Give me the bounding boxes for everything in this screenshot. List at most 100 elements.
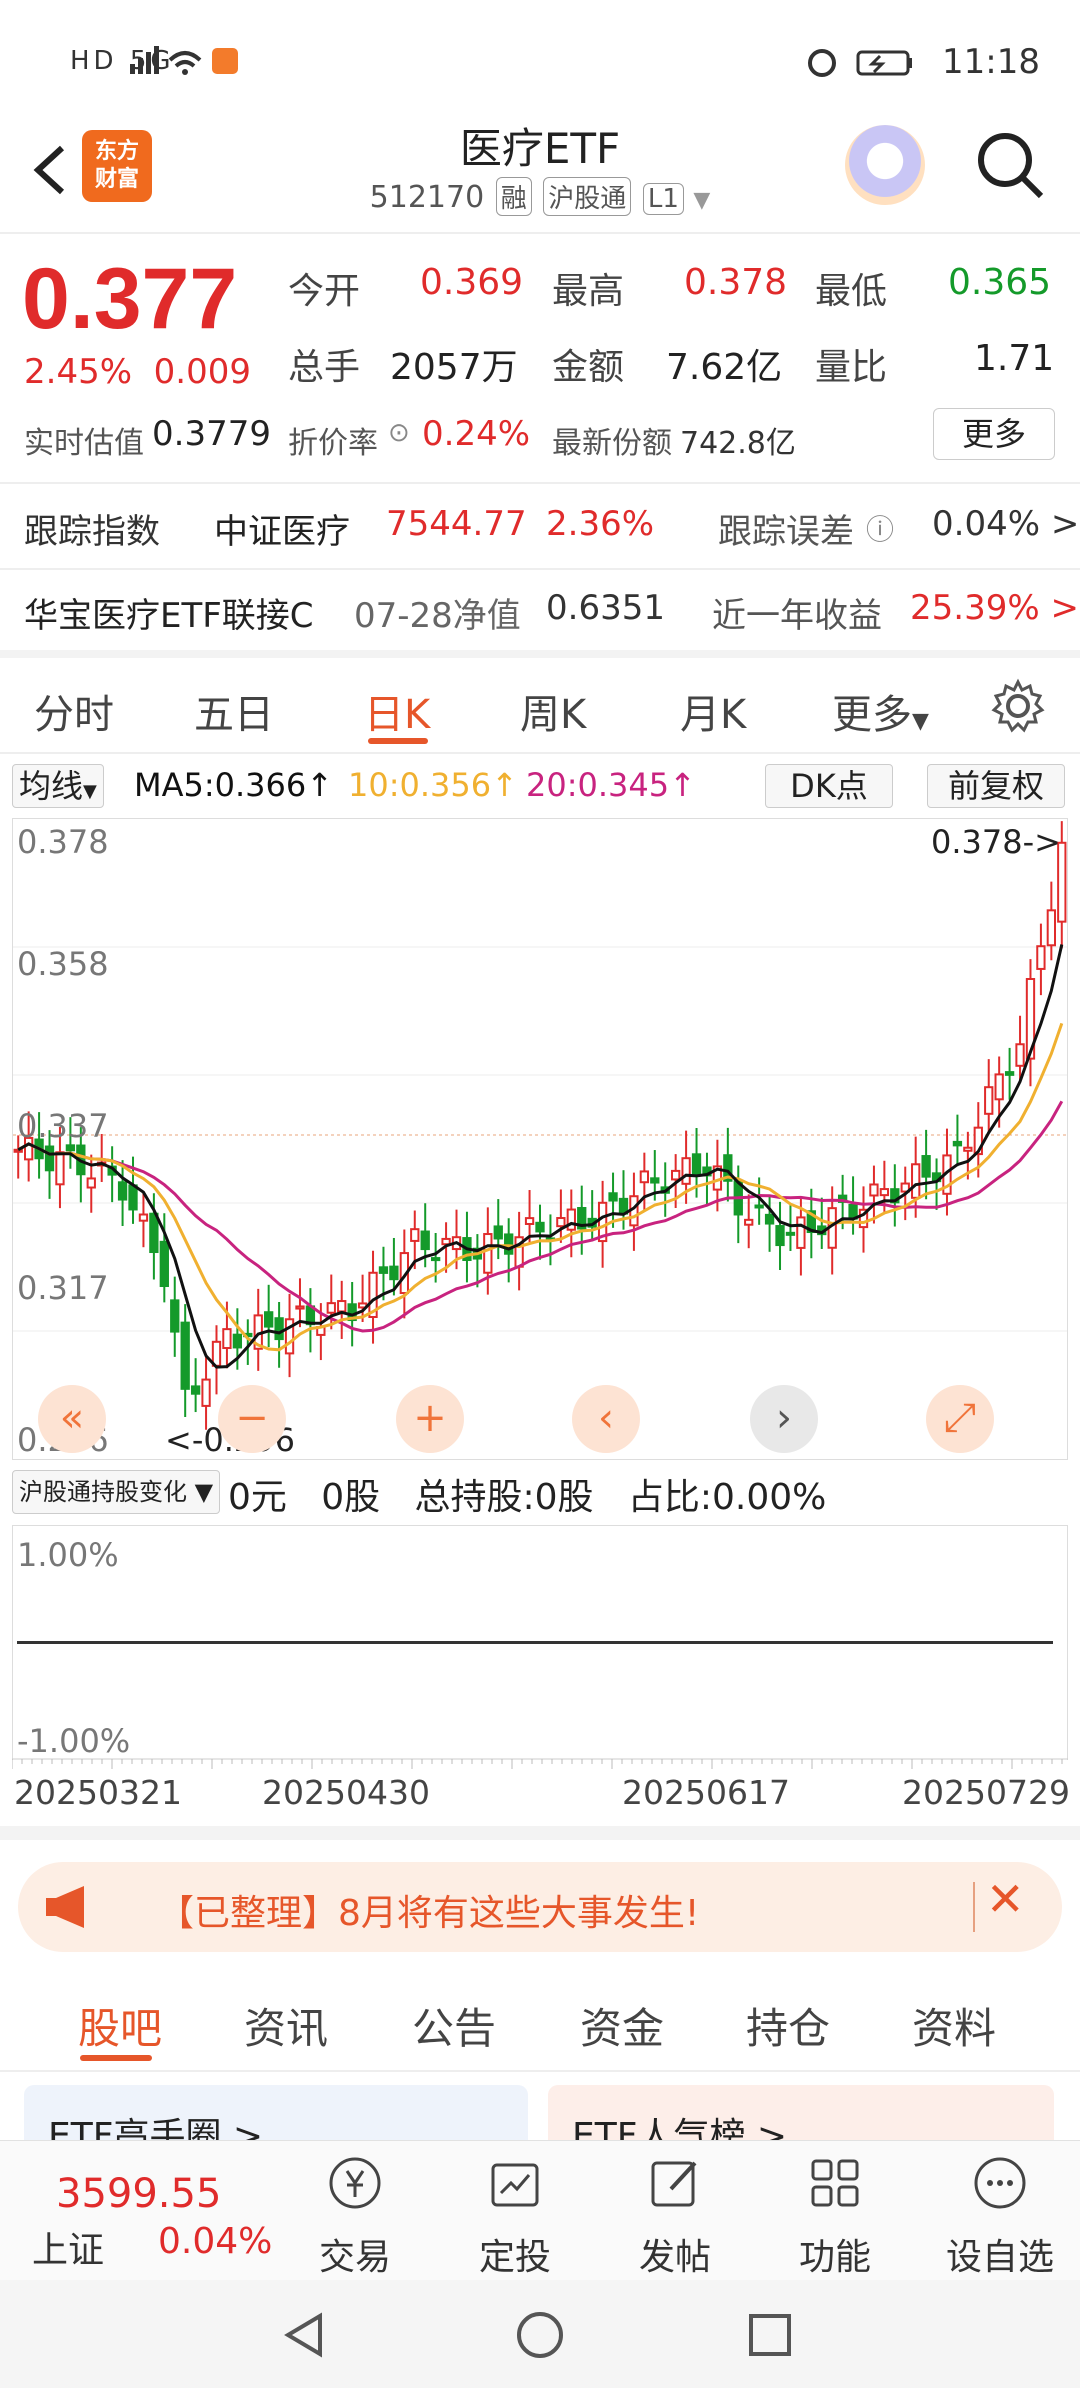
zero-line	[17, 1641, 1053, 1644]
candle-body	[420, 1230, 430, 1251]
candle-body	[326, 1302, 336, 1314]
candle-body	[504, 1233, 514, 1255]
tab-holdings[interactable]: 持仓	[746, 1995, 830, 2056]
zoom-in-button[interactable]: +	[396, 1385, 464, 1453]
post-button[interactable]: 发帖	[620, 2153, 730, 2280]
candle-body	[984, 1086, 994, 1115]
kline-chart[interactable]: 0.378 0.358 0.337 0.317 0.296 0.378-> <-…	[12, 818, 1068, 1460]
candle-body	[556, 1217, 566, 1228]
candle-body	[13, 1148, 23, 1153]
info-icon[interactable]: ⊙	[388, 418, 410, 448]
candle-body	[691, 1153, 702, 1177]
clock: 11:18	[942, 42, 1040, 82]
settings-gear-icon[interactable]	[990, 678, 1046, 734]
candle-body	[1036, 945, 1046, 970]
low-label: 最低	[815, 271, 888, 312]
rewind-button[interactable]: «	[38, 1385, 106, 1453]
candle-body	[493, 1225, 503, 1240]
linked-fund-name[interactable]: 华宝医疗ETF联接C	[24, 588, 314, 637]
level-tag: L1	[642, 183, 684, 215]
candle-body	[1046, 909, 1056, 947]
candle-body	[921, 1155, 931, 1178]
edit-icon	[651, 2161, 697, 2207]
tab-monthly-k[interactable]: 月K	[680, 682, 746, 740]
candle-body	[180, 1321, 190, 1390]
candle-body	[879, 1188, 890, 1197]
amount-label: 金额	[552, 347, 625, 388]
search-icon[interactable]	[975, 130, 1045, 200]
candle-body	[775, 1225, 785, 1247]
tab-daily-k[interactable]: 日K	[364, 682, 430, 740]
system-navbar	[0, 2280, 1080, 2388]
volume-value: 2057万	[390, 347, 518, 388]
y-label-max: 0.378	[17, 823, 109, 861]
candle-body	[274, 1317, 284, 1341]
tab-five-day[interactable]: 五日	[194, 682, 274, 740]
ma-select[interactable]: 均线▼	[12, 764, 104, 808]
help-icon[interactable]: ⓘ	[866, 508, 894, 548]
more-button[interactable]: 更多	[933, 408, 1055, 460]
ratio-label: 量比	[815, 347, 888, 388]
dk-button[interactable]: DK点	[765, 764, 893, 808]
candle-body	[796, 1216, 806, 1249]
tracking-error-value[interactable]: 0.04% >	[932, 504, 1079, 544]
zoom-out-button[interactable]: −	[218, 1385, 286, 1453]
candle-body	[170, 1299, 180, 1333]
auto-invest-button[interactable]: 定投	[460, 2153, 570, 2280]
candle-body	[963, 1146, 973, 1152]
function-button[interactable]: 功能	[780, 2153, 890, 2280]
notice-text[interactable]: 【已整理】8月将有这些大事发生!	[158, 1884, 699, 1936]
candle-body	[1004, 1071, 1015, 1076]
tracking-index-name[interactable]: 中证医疗	[214, 504, 350, 553]
trade-button[interactable]: 交易	[300, 2153, 410, 2280]
nav-recent-icon[interactable]	[745, 2310, 795, 2360]
adjust-button[interactable]: 前复权	[927, 764, 1065, 808]
card-etf-ranking[interactable]: ETF人气榜 >	[548, 2085, 1054, 2145]
candle-body	[337, 1300, 347, 1313]
chevron-down-icon[interactable]: ▼	[693, 188, 710, 213]
return-value[interactable]: 25.39% >	[910, 588, 1079, 628]
close-icon[interactable]: ✕	[986, 1872, 1025, 1926]
open-label: 今开	[288, 271, 361, 312]
notice-banner[interactable]: 【已整理】8月将有这些大事发生! ✕	[18, 1862, 1062, 1952]
tab-more[interactable]: 更多▼	[832, 682, 929, 740]
index-change: 0.04%	[158, 2221, 273, 2262]
index-value[interactable]: 3599.55	[56, 2171, 221, 2217]
tab-funds[interactable]: 资金	[580, 1995, 664, 2056]
max-marker: 0.378->	[931, 823, 1061, 861]
add-watchlist-button[interactable]: 设自选	[940, 2153, 1060, 2280]
tab-intraday[interactable]: 分时	[34, 682, 114, 740]
ratio-value: 1.71	[974, 338, 1055, 379]
tab-weekly-k[interactable]: 周K	[520, 682, 586, 740]
candle-body	[744, 1218, 754, 1226]
candle-body	[869, 1183, 879, 1197]
fullscreen-button[interactable]: ⤢	[926, 1385, 994, 1453]
assistant-avatar[interactable]	[845, 125, 925, 205]
tab-profile[interactable]: 资料	[912, 1995, 996, 2056]
scroll-left-button[interactable]: ‹	[572, 1385, 640, 1453]
x-axis-dates: 20250321 20250430 20250617 20250729	[14, 1773, 1070, 1818]
nav-home-icon[interactable]	[515, 2310, 565, 2360]
index-name[interactable]: 上证	[32, 2221, 104, 2273]
nav-back-icon[interactable]	[280, 2310, 330, 2360]
date-1: 20250321	[14, 1773, 182, 1812]
tracking-error-label: 跟踪误差	[718, 512, 854, 552]
candle-body	[483, 1233, 493, 1274]
calendar-chart-icon	[491, 2163, 539, 2207]
scroll-right-button[interactable]: ›	[750, 1385, 818, 1453]
change-line: 2.45% 0.009	[24, 352, 251, 392]
tab-forum[interactable]: 股吧	[78, 1995, 162, 2056]
candle-body	[117, 1181, 128, 1201]
status-bar: HD 5G 11:18	[0, 0, 1080, 120]
connect-tag: 沪股通	[543, 177, 632, 216]
iopv-label: 实时估值	[24, 426, 144, 461]
tab-news[interactable]: 资讯	[244, 1995, 328, 2056]
candle-body	[44, 1145, 55, 1172]
more-dots-icon	[974, 2157, 1026, 2209]
tracking-label: 跟踪指数	[24, 512, 160, 552]
tab-announce[interactable]: 公告	[412, 1995, 496, 2056]
holding-select[interactable]: 沪股通持股变化 ▼	[12, 1470, 221, 1514]
candle-body	[764, 1213, 775, 1225]
card-etf-experts[interactable]: ETF高手圈 >	[24, 2085, 528, 2145]
candle-body	[232, 1333, 243, 1349]
